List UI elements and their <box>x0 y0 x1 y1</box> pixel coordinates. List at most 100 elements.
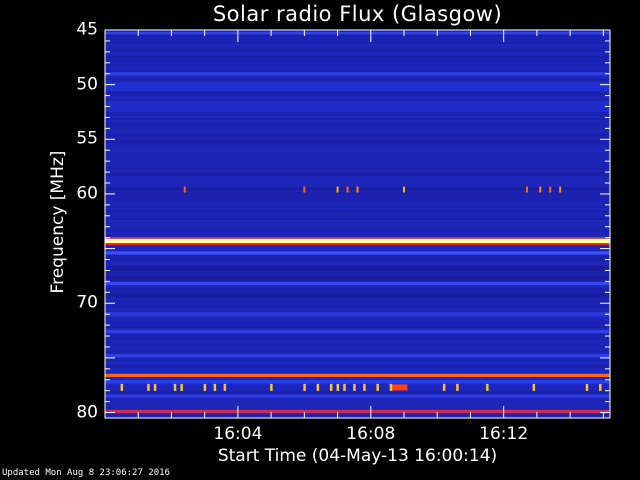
noise-row <box>105 116 610 118</box>
noise-row <box>105 166 610 168</box>
noise-row <box>105 156 610 158</box>
noise-row <box>105 370 610 372</box>
noise-row <box>105 194 610 196</box>
noise-row <box>105 118 610 120</box>
noise-row <box>105 378 610 380</box>
x-axis-label: Start Time (04-May-13 16:00:14) <box>217 446 498 466</box>
noise-row <box>105 202 610 204</box>
noise-row <box>105 78 610 80</box>
y-tick-label: 80 <box>76 402 98 423</box>
burst-spot <box>559 186 562 193</box>
burst-spike <box>203 383 207 391</box>
burst-spot <box>403 186 406 193</box>
noise-row <box>105 344 610 346</box>
noise-row <box>105 164 610 166</box>
band-line <box>105 101 610 112</box>
band-glow <box>105 243 610 245</box>
noise-row <box>105 80 610 82</box>
burst-spike <box>389 383 393 391</box>
y-tick-label: 55 <box>76 128 98 149</box>
noise-row <box>105 392 610 394</box>
burst-spike <box>329 383 333 391</box>
noise-row <box>105 328 610 330</box>
noise-row <box>105 336 610 338</box>
noise-row <box>105 260 610 262</box>
noise-row <box>105 274 610 276</box>
noise-row <box>105 168 610 170</box>
noise-row <box>105 154 610 156</box>
burst-spike <box>270 383 273 391</box>
noise-row <box>105 136 610 138</box>
burst-spot <box>183 186 186 193</box>
noise-row <box>105 122 610 124</box>
band-line <box>105 311 610 317</box>
noise-row <box>105 50 610 52</box>
burst-spike <box>363 383 366 391</box>
noise-row <box>105 60 610 62</box>
noise-row <box>105 346 610 348</box>
x-tick-label: 16:12 <box>479 424 529 444</box>
noise-row <box>105 304 610 306</box>
noise-row <box>105 158 610 160</box>
burst-spike <box>213 383 217 391</box>
burst-spike <box>147 383 150 391</box>
noise-row <box>105 232 610 234</box>
noise-row <box>105 210 610 212</box>
noise-row <box>105 124 610 126</box>
x-tick-label: 16:04 <box>213 424 263 444</box>
noise-row <box>105 172 610 174</box>
noise-row <box>105 340 610 342</box>
noise-row <box>105 226 610 228</box>
noise-row <box>105 234 610 236</box>
noise-row <box>105 272 610 274</box>
noise-row <box>105 300 610 302</box>
noise-row <box>105 162 610 164</box>
updated-timestamp: Updated Mon Aug 8 23:06:27 2016 <box>2 468 170 478</box>
noise-row <box>105 292 610 294</box>
noise-row <box>105 134 610 136</box>
noise-row <box>105 408 610 410</box>
noise-row <box>105 120 610 122</box>
noise-row <box>105 358 610 360</box>
noise-row <box>105 262 610 264</box>
band-line <box>105 265 610 271</box>
band-line <box>105 394 610 398</box>
noise-row <box>105 160 610 162</box>
noise-row <box>105 182 610 184</box>
band-line <box>105 330 610 334</box>
noise-row <box>105 54 610 56</box>
y-tick-label: 45 <box>76 19 98 40</box>
noise-row <box>105 138 610 140</box>
band-line <box>105 373 610 378</box>
noise-row <box>105 200 610 202</box>
x-tick-label: 16:08 <box>346 424 396 444</box>
band-line <box>105 32 610 35</box>
noise-row <box>105 338 610 340</box>
noise-row <box>105 248 610 250</box>
noise-row <box>105 320 610 322</box>
noise-row <box>105 406 610 408</box>
noise-row <box>105 114 610 116</box>
burst-spot <box>336 186 339 193</box>
noise-row <box>105 322 610 324</box>
noise-row <box>105 198 610 200</box>
noise-row <box>105 288 610 290</box>
noise-row <box>105 36 610 38</box>
noise-row <box>105 178 610 180</box>
noise-row <box>105 360 610 362</box>
burst-spot <box>303 186 306 193</box>
band-line <box>105 275 610 281</box>
burst-spike <box>336 383 340 391</box>
band-line <box>105 281 610 286</box>
noise-row <box>105 350 610 352</box>
noise-row <box>105 64 610 66</box>
burst-spot <box>356 186 359 193</box>
noise-row <box>105 94 610 96</box>
noise-row <box>105 258 610 260</box>
y-tick-label: 50 <box>76 74 98 95</box>
burst-spike <box>303 383 306 391</box>
burst-spike <box>316 383 320 391</box>
noise-row <box>105 142 610 144</box>
noise-row <box>105 402 610 404</box>
noise-row <box>105 126 610 128</box>
